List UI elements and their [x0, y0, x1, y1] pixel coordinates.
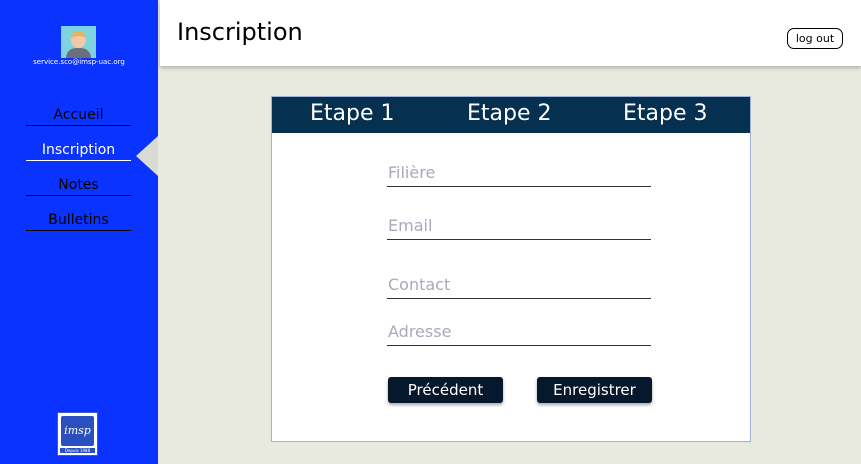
contact-field[interactable] — [387, 271, 651, 299]
avatar-face — [71, 31, 86, 48]
email-field[interactable] — [387, 212, 651, 240]
sidebar-item-accueil[interactable]: Accueil — [26, 107, 131, 126]
tab-etape-2[interactable]: Etape 2 — [467, 101, 552, 127]
adresse-field[interactable] — [387, 318, 651, 346]
user-avatar[interactable] — [61, 26, 96, 58]
logout-button[interactable]: log out — [787, 28, 843, 49]
sidebar-item-inscription[interactable]: Inscription — [26, 142, 131, 161]
user-email: service.sco@imsp-uac.org — [33, 58, 125, 66]
sidebar-item-notes[interactable]: Notes — [26, 177, 131, 196]
previous-button[interactable]: Précédent — [388, 377, 503, 403]
step-tabs: Etape 1 Etape 2 Etape 3 — [272, 97, 750, 133]
sidebar: service.sco@imsp-uac.org Accueil Inscrip… — [0, 0, 158, 464]
filiere-field[interactable] — [387, 159, 651, 187]
tab-etape-1[interactable]: Etape 1 — [310, 101, 395, 127]
logo-mark: imsp — [61, 416, 94, 446]
page-title: Inscription — [177, 18, 303, 46]
imsp-logo: imsp Depuis 1988 — [57, 412, 98, 456]
sidebar-item-bulletins[interactable]: Bulletins — [26, 212, 131, 231]
registration-form-card: Etape 1 Etape 2 Etape 3 Précédent Enregi… — [271, 96, 751, 442]
header: Inscription log out — [160, 0, 861, 66]
logo-tagline: Depuis 1988 — [60, 448, 95, 453]
tab-etape-3[interactable]: Etape 3 — [623, 101, 708, 127]
avatar-body — [66, 48, 91, 58]
save-button[interactable]: Enregistrer — [537, 377, 652, 403]
active-nav-indicator — [136, 136, 158, 176]
